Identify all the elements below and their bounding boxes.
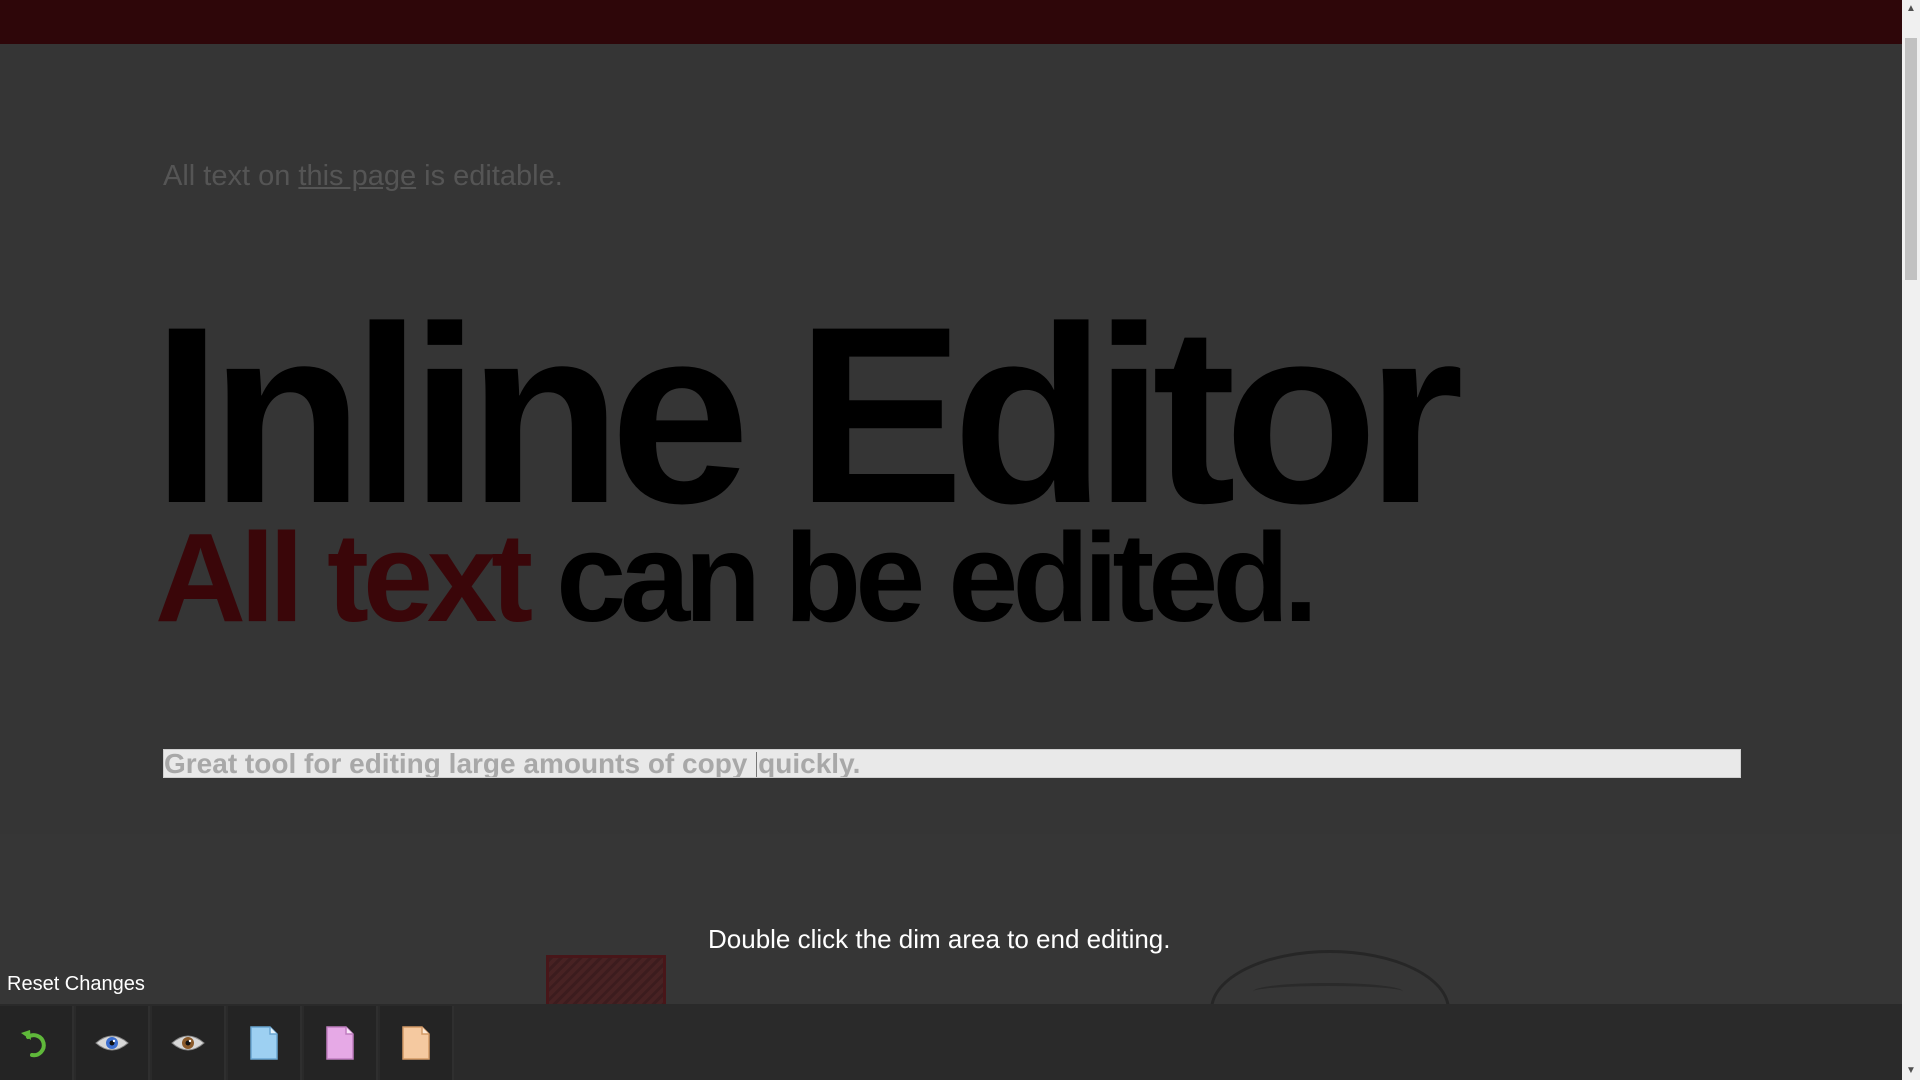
scroll-up-arrow-icon[interactable]: ▲: [1902, 0, 1920, 18]
document-pink-icon: [326, 1026, 354, 1060]
document-pink-button[interactable]: [304, 1006, 378, 1080]
end-editing-hint: Double click the dim area to end editing…: [708, 924, 1171, 954]
view-button[interactable]: [152, 1006, 226, 1080]
sketch-image-left: [546, 955, 666, 1005]
preview-button[interactable]: [76, 1006, 150, 1080]
scrollbar-thumb[interactable]: [1905, 38, 1917, 280]
intro-suffix: is editable.: [416, 160, 563, 192]
document-blue-icon: [250, 1026, 278, 1060]
subtitle-accent: All text: [155, 507, 533, 648]
document-orange-icon: [402, 1026, 430, 1060]
reset-changes-button[interactable]: [0, 1006, 74, 1080]
document-blue-button[interactable]: [228, 1006, 302, 1080]
active-edit-field[interactable]: Great tool for editing large amounts of …: [163, 749, 1741, 778]
eye-blue-icon: [95, 1035, 129, 1051]
reset-changes-label: Reset Changes: [7, 973, 145, 995]
undo-icon: [21, 1030, 46, 1058]
eye-brown-icon: [171, 1035, 205, 1051]
this-page-link[interactable]: this page: [298, 160, 416, 192]
edit-text-before: Great tool for editing large amounts of …: [164, 749, 756, 778]
page-subtitle[interactable]: All text can be edited.: [155, 515, 1318, 641]
top-bar: [0, 0, 1902, 44]
page-title[interactable]: Inline Editor: [152, 290, 1464, 542]
subtitle-rest: can be edited.: [527, 507, 1318, 648]
vertical-scrollbar[interactable]: ▲ ▼: [1902, 0, 1920, 1080]
document-orange-button[interactable]: [380, 1006, 454, 1080]
intro-text[interactable]: All text on this page is editable.: [163, 160, 563, 193]
scroll-down-arrow-icon[interactable]: ▼: [1902, 1062, 1920, 1080]
edit-text-after: quickly.: [758, 749, 861, 778]
editor-toolbar: [0, 1004, 1902, 1080]
intro-prefix: All text on: [163, 160, 299, 192]
